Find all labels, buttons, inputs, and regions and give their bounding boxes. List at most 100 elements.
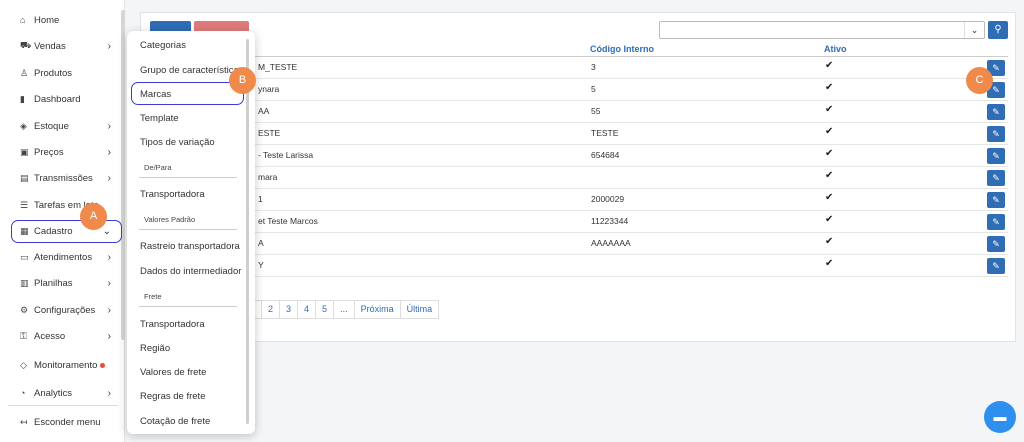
menu-item-cotacao-frete[interactable]: Cotação de frete: [140, 416, 210, 427]
table-row[interactable]: et Teste Marcos 11223344 ✔ ✎: [250, 211, 1008, 233]
sidebar-item-transmiss-es[interactable]: ▤ Transmissões ›: [20, 169, 115, 187]
menu-item-regiao[interactable]: Região: [140, 343, 170, 354]
row-name: - Teste Larissa: [258, 150, 314, 160]
chevron-down-icon[interactable]: ⌄: [964, 22, 984, 38]
table-row[interactable]: - Teste Larissa 654684 ✔ ✎: [250, 145, 1008, 167]
table-row[interactable]: 1 2000029 ✔ ✎: [250, 189, 1008, 211]
chevron-right-icon: ›: [107, 277, 111, 289]
sidebar-item-label: Estoque: [34, 120, 69, 132]
row-name: et Teste Marcos: [258, 216, 318, 226]
pencil-icon: ✎: [992, 195, 1000, 205]
edit-button[interactable]: ✎: [987, 258, 1005, 274]
pencil-icon: ✎: [992, 85, 1000, 95]
edit-button[interactable]: ✎: [987, 236, 1005, 252]
page-link[interactable]: Próxima: [353, 300, 401, 319]
sidebar-item-analytics[interactable]: ◔ Analytics ›: [20, 384, 115, 402]
check-icon: ✔: [825, 214, 834, 225]
table-row[interactable]: Y ✔ ✎: [250, 255, 1008, 277]
header-codigo-interno[interactable]: Código Interno: [590, 44, 654, 54]
menu-item-dados-intermediador[interactable]: Dados do intermediador: [140, 266, 241, 277]
sidebar-item-atendimentos[interactable]: ▭ Atendimentos ›: [20, 248, 115, 266]
chevron-right-icon: ›: [107, 172, 111, 184]
search-button[interactable]: ⚲: [988, 21, 1008, 39]
sidebar-item-label: Transmissões: [34, 172, 93, 184]
sidebar-item-label: Dashboard: [34, 93, 81, 105]
menu-item-regras-frete[interactable]: Regras de frete: [140, 391, 205, 402]
search-select[interactable]: ⌄: [659, 21, 985, 39]
table-row[interactable]: AA 55 ✔ ✎: [250, 101, 1008, 123]
notification-dot: [100, 362, 106, 368]
menu-item-grupo-caracteristicas[interactable]: Grupo de características: [140, 65, 244, 76]
edit-button[interactable]: ✎: [987, 214, 1005, 230]
menu-section-valores-padrao: Valores Padrão: [144, 215, 196, 224]
shirt-icon: ♙: [20, 67, 29, 78]
page-link[interactable]: 5: [315, 300, 335, 319]
table-row[interactable]: A AAAAAAA ✔ ✎: [250, 233, 1008, 255]
sidebar-scrollbar[interactable]: [121, 10, 125, 340]
chat-button[interactable]: ▬: [984, 401, 1016, 433]
table-row[interactable]: M_TESTE 3 ✔ ✎: [250, 57, 1008, 79]
sidebar-item-label: Atendimentos: [34, 251, 93, 263]
edit-button[interactable]: ✎: [987, 170, 1005, 186]
chevron-right-icon: ›: [107, 304, 111, 316]
sidebar-item-home[interactable]: ⌂ Home: [20, 11, 115, 29]
sidebar-item-dashboard[interactable]: ▮ Dashboard: [20, 90, 115, 108]
sidebar-item-configura-es[interactable]: ⚙ Configurações ›: [20, 301, 115, 319]
hide-menu-button[interactable]: ↤ Esconder menu: [20, 413, 115, 431]
edit-button[interactable]: ✎: [987, 192, 1005, 208]
marcas-highlight: [131, 82, 244, 105]
sidebar-item-estoque[interactable]: ◈ Estoque ›: [20, 117, 115, 135]
sidebar-item-pre-os[interactable]: ▣ Preços ›: [20, 143, 115, 161]
chat-icon: ▬: [993, 409, 1007, 424]
hide-menu-label: Esconder menu: [34, 416, 101, 428]
menu-item-transportadora-frete[interactable]: Transportadora: [140, 319, 205, 330]
menu-item-valores-frete[interactable]: Valores de frete: [140, 367, 206, 378]
search-icon: ⚲: [994, 24, 1002, 35]
sidebar-item-acesso[interactable]: ⚿ Acesso ›: [20, 327, 115, 345]
row-code: 3: [591, 62, 596, 72]
menu-divider: [139, 306, 237, 307]
row-code: 654684: [591, 150, 620, 160]
page-link[interactable]: 3: [279, 300, 299, 319]
sidebar-item-vendas[interactable]: ⛟ Vendas ›: [20, 37, 115, 55]
header-ativo[interactable]: Ativo: [824, 44, 847, 54]
menu-item-tipos-variacao[interactable]: Tipos de variação: [140, 137, 215, 148]
cart-icon: ⛟: [20, 40, 32, 50]
pencil-icon: ✎: [992, 129, 1000, 139]
table-row[interactable]: mara ✔ ✎: [250, 167, 1008, 189]
pencil-icon: ✎: [992, 217, 1000, 227]
check-icon: ✔: [825, 192, 834, 203]
sidebar-item-planilhas[interactable]: ▥ Planilhas ›: [20, 274, 115, 292]
check-icon: ✔: [825, 148, 834, 159]
sidebar-item-monitoramento[interactable]: ◇ Monitoramento: [20, 356, 115, 374]
menu-item-template[interactable]: Template: [140, 113, 179, 124]
page-link[interactable]: Última: [399, 300, 440, 319]
pagination: 2 3 4 5... Próxima Última: [244, 300, 440, 319]
check-icon: ✔: [825, 104, 834, 115]
sidebar-item-label: Home: [34, 14, 60, 26]
chevron-right-icon: ›: [107, 120, 111, 132]
page-link[interactable]: ...: [333, 300, 355, 319]
check-icon: ✔: [825, 236, 834, 247]
edit-button[interactable]: ✎: [987, 126, 1005, 142]
table-row[interactable]: ynara 5 ✔ ✎: [250, 79, 1008, 101]
menu-item-rastreio-transportadora[interactable]: Rastreio transportadora: [140, 241, 240, 252]
page-link[interactable]: 4: [297, 300, 317, 319]
arrow-left-icon: ↤: [20, 416, 28, 427]
menu-item-transportadora[interactable]: Transportadora: [140, 189, 205, 200]
sidebar-item-produtos[interactable]: ♙ Produtos: [20, 64, 115, 82]
pencil-icon: ✎: [992, 107, 1000, 117]
edit-button[interactable]: ✎: [987, 104, 1005, 120]
row-code: 11223344: [591, 216, 629, 226]
submenu-scrollbar[interactable]: [246, 39, 249, 424]
chevron-right-icon: ›: [107, 387, 111, 399]
marker-b: B: [229, 67, 256, 94]
menu-section-frete: Frete: [144, 292, 162, 301]
row-name: A: [258, 238, 264, 248]
page-link[interactable]: 2: [261, 300, 281, 319]
row-code: TESTE: [591, 128, 619, 138]
lock-icon: ⚿: [20, 330, 27, 341]
table-row[interactable]: ESTE TESTE ✔ ✎: [250, 123, 1008, 145]
edit-button[interactable]: ✎: [987, 148, 1005, 164]
menu-item-categorias[interactable]: Categorias: [140, 40, 186, 51]
